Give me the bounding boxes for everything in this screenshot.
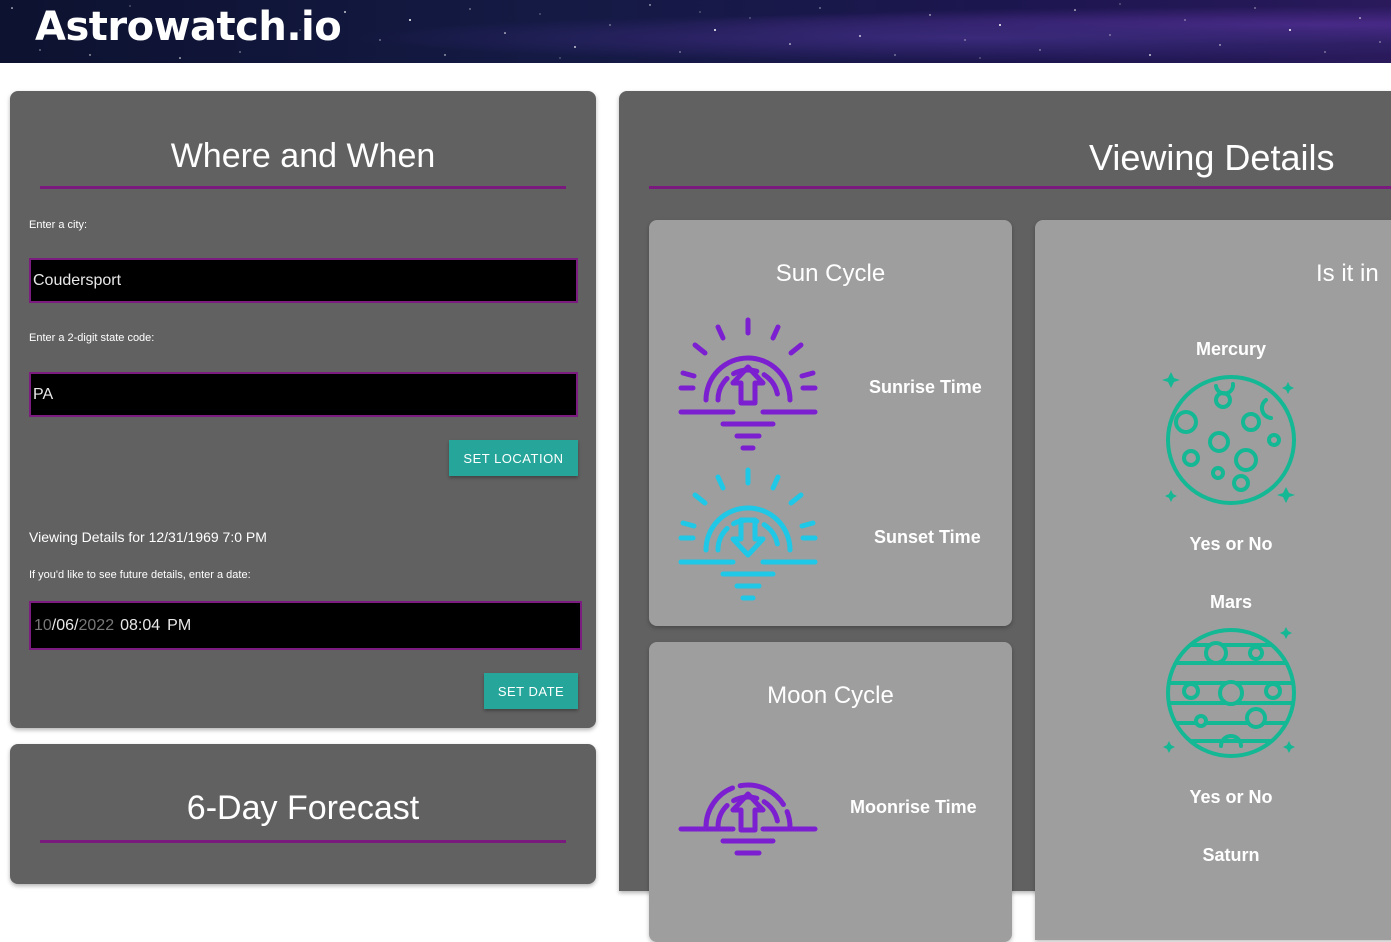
title-divider: [40, 186, 566, 189]
sun-cycle-title: Sun Cycle: [775, 260, 886, 287]
forecast-card: 6-Day Forecast: [10, 744, 596, 884]
planets-title: Is it in: [1316, 260, 1379, 287]
future-date-label: If you'd like to see future details, ent…: [29, 569, 251, 581]
date-year-segment[interactable]: 2022: [79, 617, 115, 635]
planet-name: Mercury: [1195, 339, 1267, 359]
moon-cycle-title: Moon Cycle: [767, 682, 894, 709]
where-and-when-title: Where and When: [170, 137, 436, 175]
where-and-when-card: Where and When Enter a city: Enter a 2-d…: [10, 91, 596, 728]
moonrise-time-label: Moonrise Time: [850, 797, 977, 817]
ampm-segment[interactable]: PM: [167, 617, 191, 635]
planet-visibility-status: Yes or No: [1189, 534, 1273, 554]
viewing-details-title: Viewing Details: [1089, 137, 1335, 178]
sunrise-time-label: Sunrise Time: [869, 377, 982, 397]
city-label: Enter a city:: [29, 219, 88, 231]
date-day-segment[interactable]: 06: [56, 617, 74, 635]
date-time-input[interactable]: 10/06/2022 08:04 PM: [29, 601, 582, 650]
sunset-icon: [678, 467, 818, 601]
site-header: Astrowatch.io: [0, 0, 1391, 63]
planet-visibility-status: Yes or No: [1189, 787, 1273, 807]
state-code-input[interactable]: [29, 372, 578, 417]
sunrise-icon: [678, 317, 818, 451]
viewing-details-text: Viewing Details for 12/31/1969 7:0 PM: [29, 529, 267, 545]
planet-name: Mars: [1209, 592, 1253, 612]
moonrise-icon: [678, 782, 818, 856]
city-input[interactable]: [29, 258, 578, 303]
mercury-icon: [1162, 372, 1296, 505]
sun-cycle-card: Sun Cycle Sunrise Time Sunset Time: [649, 220, 1012, 626]
planets-card: Is it in Mercury Yes or No Mars Yes or N…: [1035, 220, 1391, 940]
viewing-divider: [649, 186, 1391, 189]
set-location-button[interactable]: SET LOCATION: [449, 440, 578, 476]
site-title: Astrowatch.io: [35, 4, 342, 50]
forecast-divider: [40, 840, 566, 843]
date-month-segment[interactable]: 10: [34, 617, 52, 635]
moon-cycle-card: Moon Cycle Moonrise Time: [649, 642, 1012, 942]
set-date-button[interactable]: SET DATE: [484, 673, 578, 709]
state-code-label: Enter a 2-digit state code:: [29, 332, 155, 344]
sunset-time-label: Sunset Time: [874, 527, 981, 547]
forecast-title: 6-Day Forecast: [186, 789, 420, 827]
mars-icon: [1163, 627, 1296, 758]
time-segment[interactable]: 08:04: [120, 617, 160, 635]
viewing-details-card: Viewing Details Sun Cycle Sunrise Time S…: [619, 91, 1391, 942]
